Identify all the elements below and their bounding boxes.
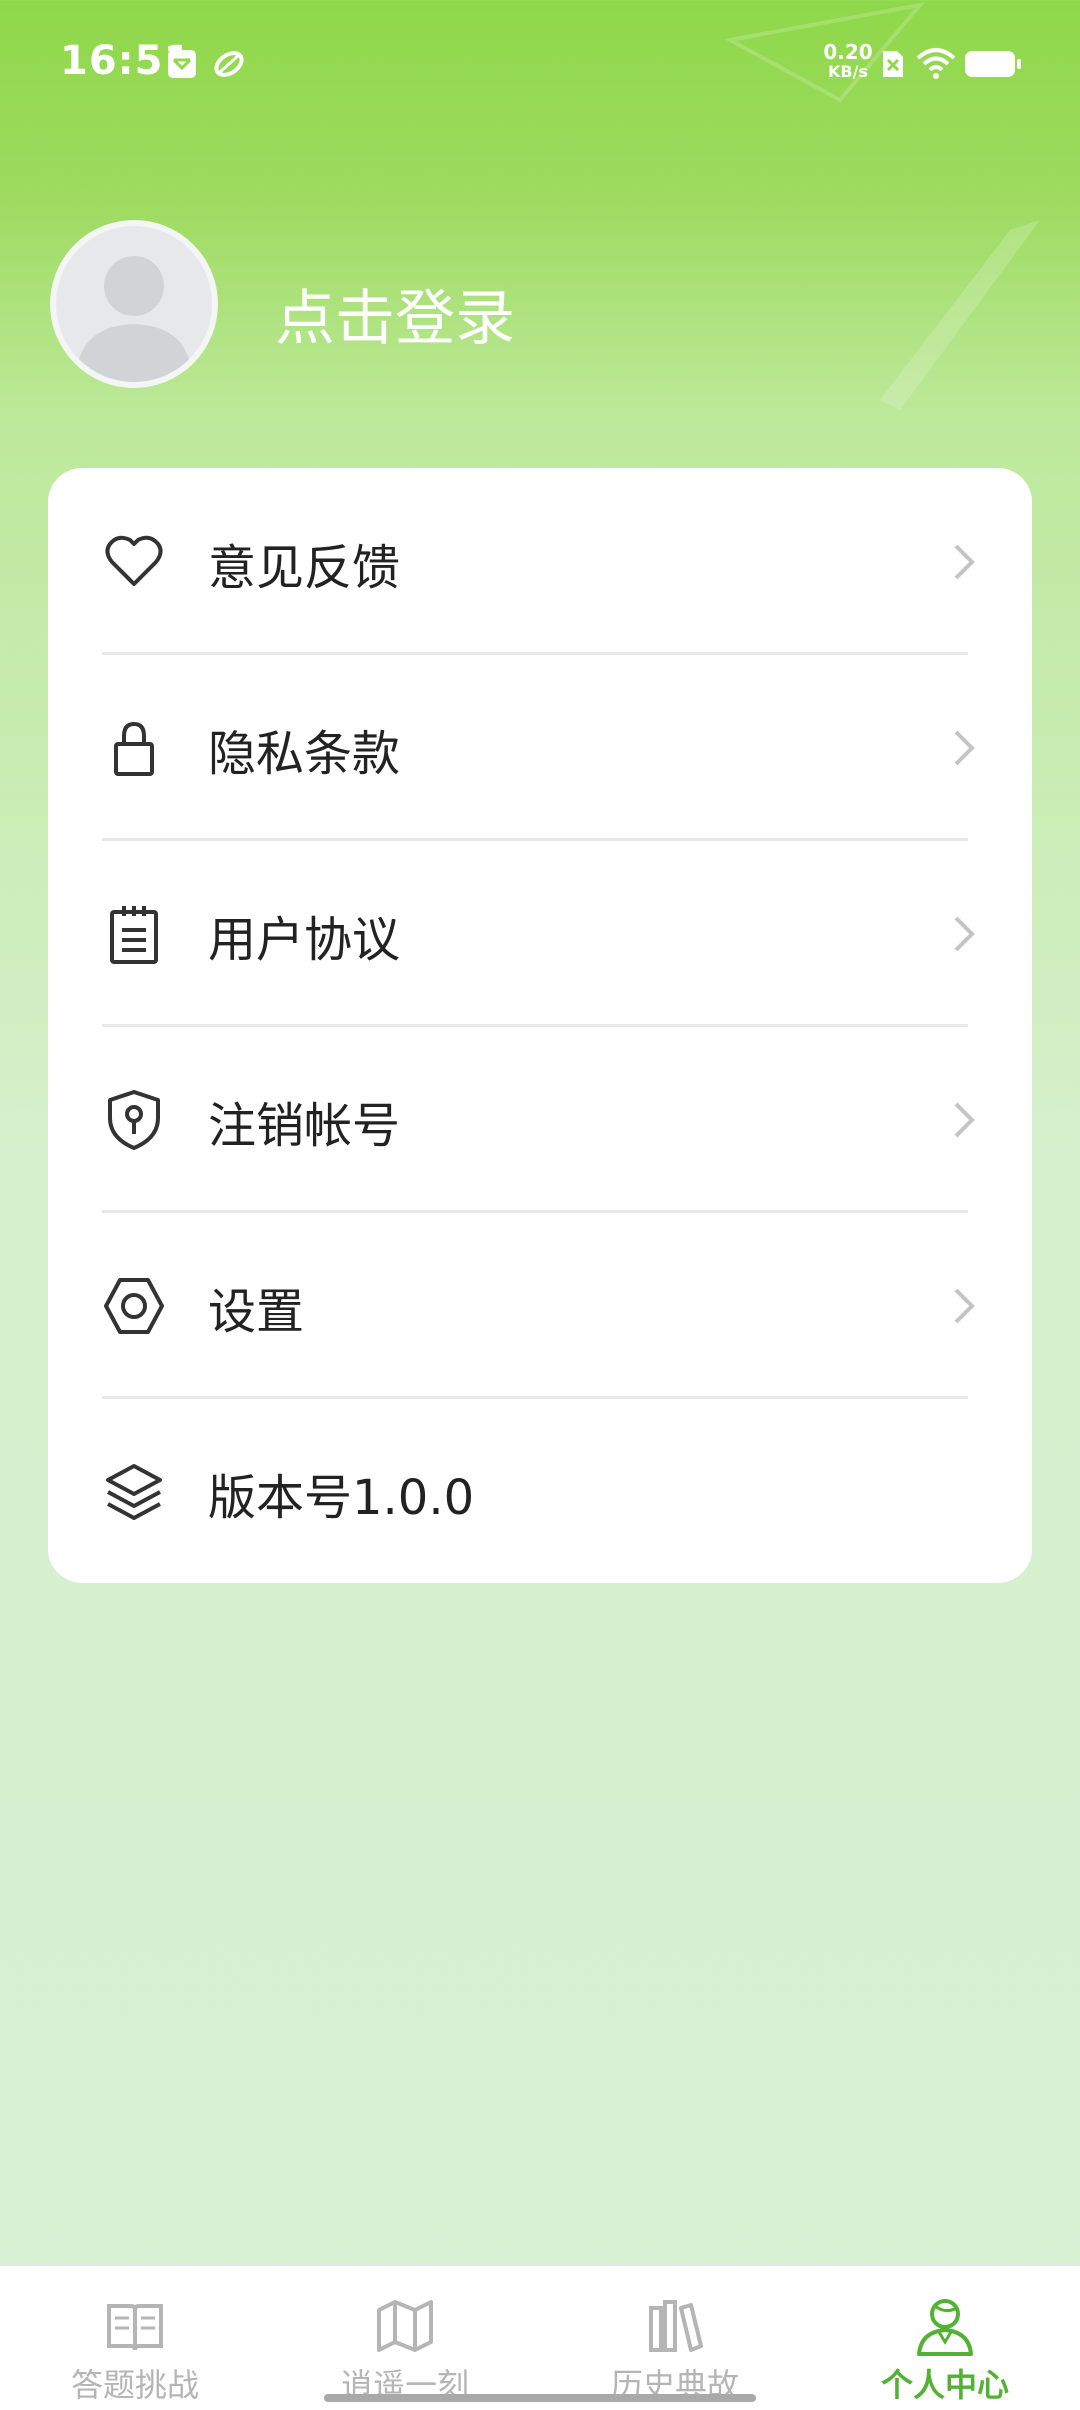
lock-icon	[114, 721, 154, 776]
book-icon	[107, 2304, 163, 2351]
menu-item-label: 注销帐号	[208, 1098, 401, 1154]
tab-leisure-moment[interactable]: 逍遥一刻	[270, 2266, 540, 2410]
menu-item-label: 设置	[208, 1284, 305, 1340]
chevron-right-icon	[954, 1102, 975, 1138]
tab-history-stories[interactable]: 历史典故	[540, 2266, 810, 2410]
menu-item-user-agreement[interactable]: 用户协议	[48, 840, 1032, 1026]
avatar[interactable]	[50, 220, 218, 388]
shield-key-icon	[108, 1090, 160, 1150]
version-label: 版本号1.0.0	[208, 1470, 475, 1526]
tab-label: 答题挑战	[70, 2366, 199, 2404]
login-link[interactable]: 点击登录	[275, 270, 515, 357]
battery-icon	[965, 51, 1021, 77]
notepad-icon	[110, 906, 158, 964]
person-icon	[917, 2299, 973, 2356]
notification-box-icon	[168, 50, 196, 78]
menu-item-label: 用户协议	[208, 912, 401, 968]
menu-item-delete-account[interactable]: 注销帐号	[48, 1026, 1032, 1212]
menu-item-settings[interactable]: 设置	[48, 1212, 1032, 1398]
home-indicator[interactable]	[324, 2394, 756, 2402]
map-icon	[377, 2300, 433, 2352]
menu-item-label: 隐私条款	[208, 726, 401, 782]
chevron-right-icon	[954, 916, 975, 952]
hexagon-gear-icon	[104, 1278, 164, 1334]
tab-personal-center[interactable]: 个人中心	[810, 2266, 1080, 2410]
bottom-tab-bar: 答题挑战 逍遥一刻 历史典故 个人中心	[0, 2264, 1080, 2410]
tab-quiz-challenge[interactable]: 答题挑战	[0, 2266, 270, 2410]
menu-item-version: 版本号1.0.0	[48, 1398, 1032, 1584]
menu-item-privacy[interactable]: 隐私条款	[48, 654, 1032, 840]
default-avatar-icon	[76, 256, 192, 382]
layers-icon	[106, 1464, 162, 1520]
menu-item-label: 意见反馈	[208, 540, 401, 596]
menu-card: 意见反馈 隐私条款 用户协议 注销帐号 设置 版本号1.0.0	[48, 468, 1032, 1583]
heart-icon	[105, 535, 163, 586]
tab-label: 个人中心	[880, 2366, 1009, 2404]
decorative-paper-plane	[724, 2, 926, 103]
chevron-right-icon	[954, 544, 975, 580]
profile-header[interactable]: 点击登录	[0, 220, 1080, 400]
chevron-right-icon	[954, 730, 975, 766]
app-leaf-icon	[214, 51, 244, 77]
menu-item-feedback[interactable]: 意见反馈	[48, 468, 1032, 654]
chevron-right-icon	[954, 1288, 975, 1324]
books-icon	[649, 2300, 703, 2352]
